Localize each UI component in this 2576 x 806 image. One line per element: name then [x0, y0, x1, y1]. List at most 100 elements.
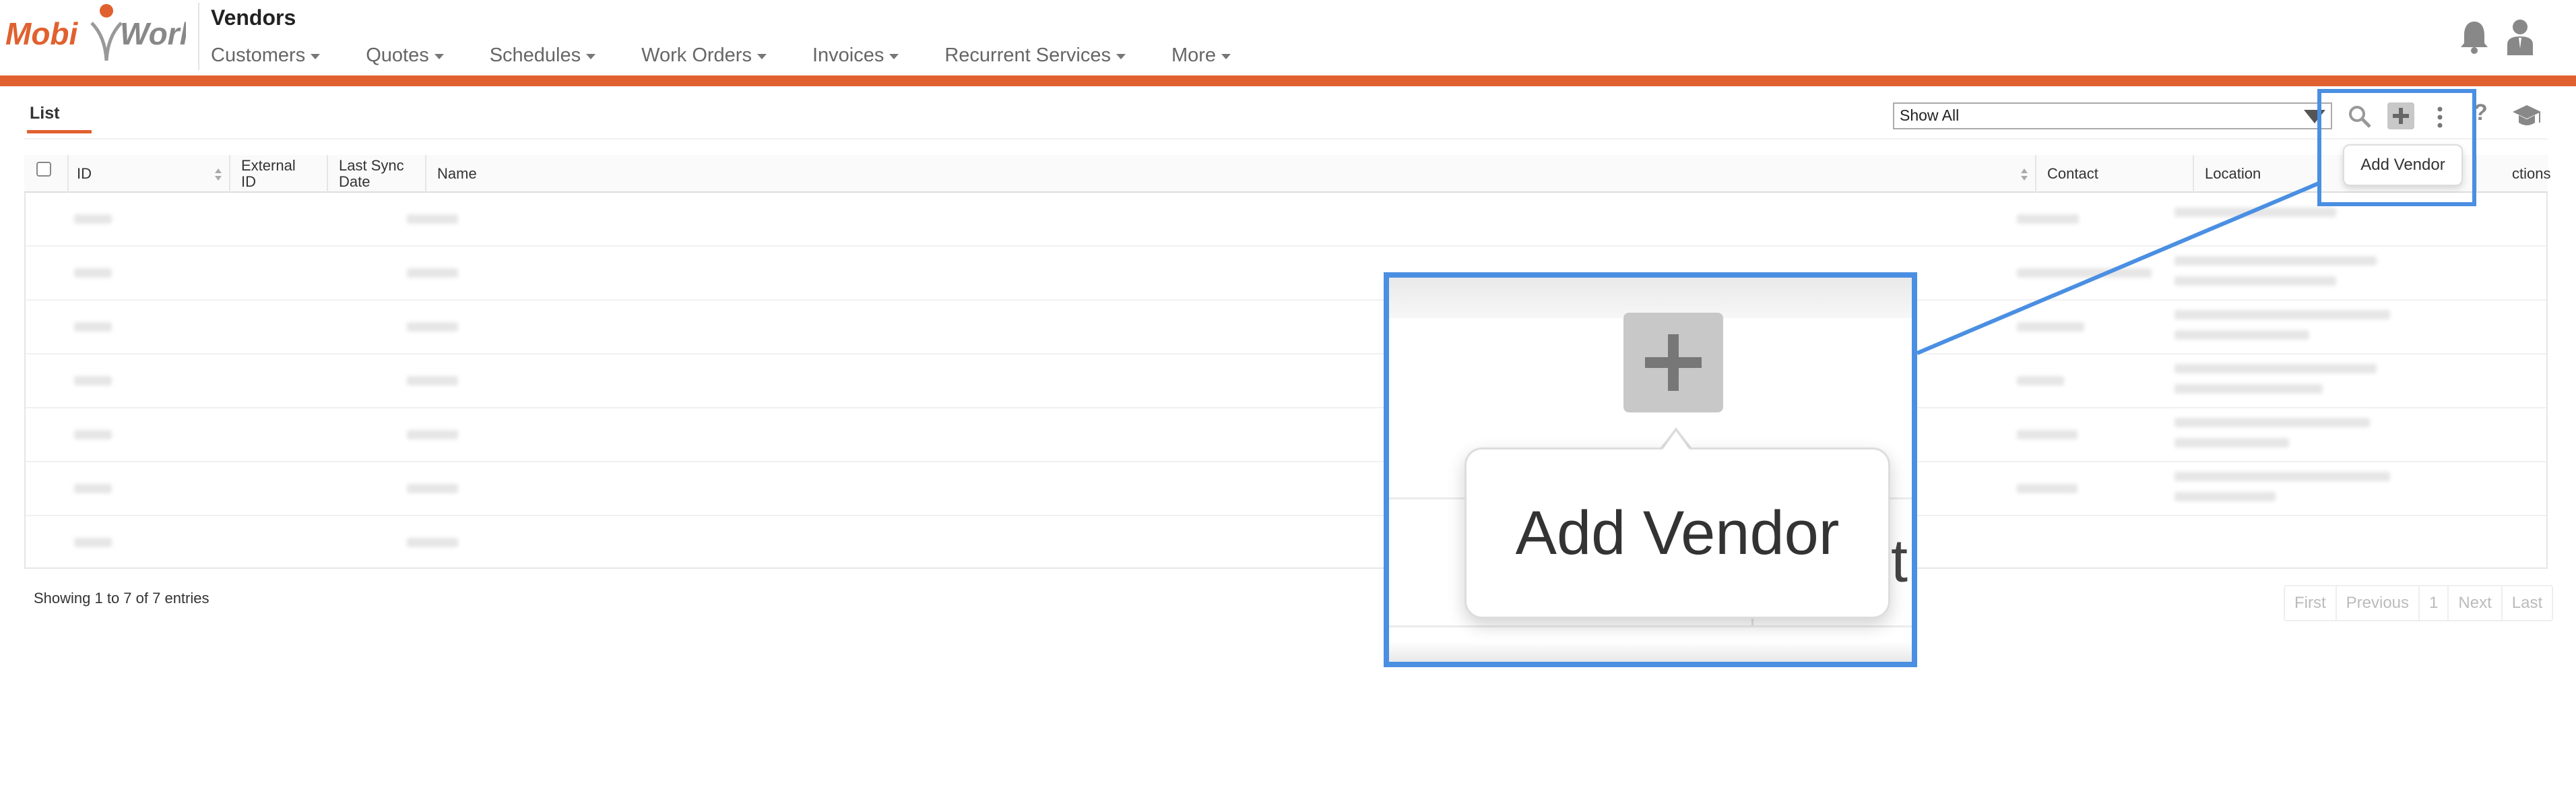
column-label: Location	[2205, 165, 2261, 182]
cell-name	[407, 484, 458, 493]
caret-down-icon	[889, 54, 899, 59]
column-header-id[interactable]: ID	[69, 155, 230, 193]
column-header-actions: ctions	[2477, 155, 2551, 193]
tab-list[interactable]: List	[30, 104, 59, 123]
column-label: Last Sync Date	[339, 157, 404, 190]
column-label: ID	[77, 165, 92, 182]
cell-location	[2175, 418, 2370, 427]
cell-name	[407, 268, 458, 278]
cell-id	[74, 214, 112, 224]
nav-label: Work Orders	[641, 44, 752, 66]
table-info: Showing 1 to 7 of 7 entries	[34, 590, 210, 607]
cell-location	[2175, 330, 2309, 340]
cell-location	[2175, 256, 2377, 266]
page-title: Vendors	[211, 5, 296, 30]
table-row[interactable]	[26, 354, 2546, 408]
cell-contact	[2017, 322, 2084, 332]
nav-recurrent-services[interactable]: Recurrent Services	[944, 40, 1126, 70]
zoom-callout: cti Add Vendor	[1384, 272, 1917, 667]
cell-contact	[2017, 268, 2152, 278]
column-header-name[interactable]: Name	[426, 155, 2036, 193]
sort-icon	[2021, 168, 2028, 181]
page-number[interactable]: 1	[2420, 586, 2449, 620]
column-header-last-sync-date[interactable]: Last Sync Date	[328, 155, 426, 193]
column-header-contact[interactable]: Contact	[2036, 155, 2194, 193]
cell-location	[2175, 384, 2323, 394]
column-label: ctions	[2512, 165, 2551, 182]
cell-location	[2175, 364, 2377, 373]
cell-location	[2175, 492, 2276, 501]
cell-id	[74, 376, 112, 385]
table-header: ID External ID Last Sync Date Name Conta…	[24, 155, 2551, 193]
page-next[interactable]: Next	[2449, 586, 2503, 620]
bell-icon[interactable]	[2459, 19, 2490, 54]
caret-down-icon	[586, 54, 596, 59]
table-row[interactable]	[26, 408, 2546, 462]
header-separator	[198, 3, 199, 70]
caret-down-icon	[1221, 54, 1231, 59]
zoom-tooltip: Add Vendor	[1464, 447, 1890, 619]
nav-schedules[interactable]: Schedules	[489, 40, 596, 70]
nav-invoices[interactable]: Invoices	[812, 40, 899, 70]
column-label: Contact	[2047, 165, 2098, 182]
cell-name	[407, 376, 458, 385]
nav-label: More	[1171, 44, 1217, 66]
cell-location	[2175, 276, 2336, 286]
zoom-background	[1389, 278, 1912, 318]
column-label: External ID	[241, 157, 296, 190]
nav-label: Invoices	[812, 44, 884, 66]
cell-name	[407, 214, 458, 224]
nav-more[interactable]: More	[1171, 40, 1231, 70]
cell-name	[407, 538, 458, 547]
cell-contact	[2017, 430, 2078, 439]
cell-name	[407, 430, 458, 439]
column-header-external-id[interactable]: External ID	[230, 155, 328, 193]
nav-customers[interactable]: Customers	[211, 40, 321, 70]
cell-id	[74, 322, 112, 332]
select-all-checkbox[interactable]	[36, 162, 51, 177]
cell-contact	[2017, 214, 2079, 224]
pagination: First Previous 1 Next Last	[2284, 585, 2554, 621]
cell-id	[74, 268, 112, 278]
user-icon[interactable]	[2506, 18, 2534, 55]
table-row[interactable]	[26, 462, 2546, 516]
nav-quotes[interactable]: Quotes	[366, 40, 444, 70]
cell-id	[74, 430, 112, 439]
accent-bar	[0, 75, 2576, 86]
mobiwork-logo[interactable]: Mobi Work	[4, 3, 186, 65]
cell-location	[2175, 438, 2289, 447]
table-row[interactable]	[26, 516, 2546, 570]
graduation-cap-icon[interactable]	[2511, 102, 2542, 128]
tab-active-indicator	[27, 130, 92, 133]
cell-location	[2175, 472, 2390, 481]
caret-down-icon	[1116, 54, 1126, 59]
main-nav: Customers Quotes Schedules Work Orders I…	[211, 40, 1277, 70]
page-last[interactable]: Last	[2503, 586, 2552, 620]
cell-contact	[2017, 376, 2064, 385]
zoom-background	[1389, 642, 1912, 662]
table-row[interactable]	[26, 193, 2546, 247]
nav-work-orders[interactable]: Work Orders	[641, 40, 767, 70]
zoom-add-button	[1623, 313, 1723, 412]
page-first[interactable]: First	[2285, 586, 2337, 620]
tooltip-arrow	[1661, 431, 1691, 452]
table-row[interactable]	[26, 301, 2546, 354]
caret-down-icon	[756, 54, 767, 59]
column-label: Name	[437, 165, 477, 182]
highlight-box	[2317, 89, 2476, 206]
cell-location	[2175, 208, 2336, 217]
nav-label: Customers	[211, 44, 306, 66]
plus-icon	[1645, 334, 1702, 391]
cell-contact	[2017, 484, 2078, 493]
svg-text:Mobi: Mobi	[5, 16, 79, 51]
nav-label: Schedules	[489, 44, 581, 66]
nav-label: Quotes	[366, 44, 429, 66]
cell-id	[74, 538, 112, 547]
table-row[interactable]	[26, 247, 2546, 301]
caret-down-icon	[434, 54, 444, 59]
divider	[24, 138, 2548, 140]
page-previous[interactable]: Previous	[2337, 586, 2420, 620]
svg-text:Work: Work	[120, 16, 186, 51]
cell-location	[2175, 310, 2390, 319]
divider	[1389, 625, 1912, 627]
